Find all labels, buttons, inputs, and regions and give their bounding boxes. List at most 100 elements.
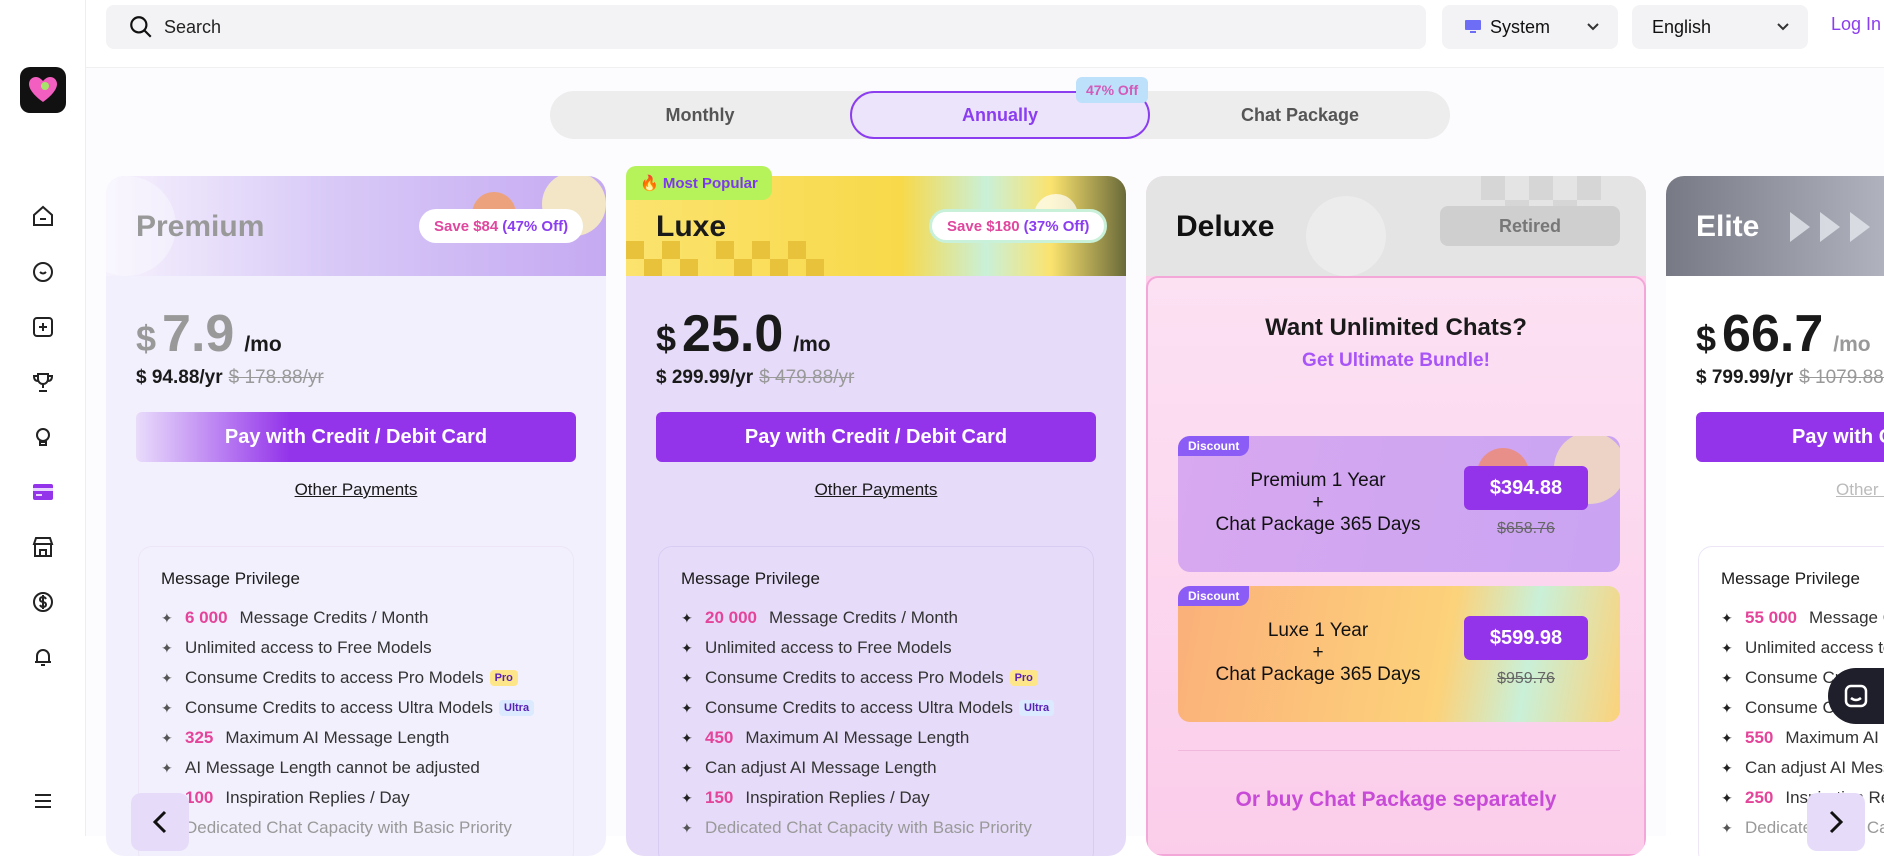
other-payments-link[interactable]: Other Payments <box>626 480 1126 500</box>
plan-name: Deluxe <box>1176 210 1275 243</box>
bundle-price-button[interactable]: $599.98 <box>1464 616 1588 660</box>
carousel-next-button[interactable] <box>1807 793 1865 851</box>
feature-text: Dedicated Chat Capacity with Basic Prior… <box>705 818 1032 837</box>
feature-text: Consume Credits to access Pro Models <box>705 668 1004 687</box>
price: $66.7/mo <box>1696 304 1871 364</box>
bundle-option[interactable]: Discount Luxe 1 Year + Chat Package 365 Da… <box>1178 586 1620 722</box>
feature-text: Message Credits / Month <box>769 608 958 627</box>
feature-value: 100 <box>185 788 214 807</box>
carousel-prev-button[interactable] <box>131 793 189 851</box>
dollar-icon[interactable] <box>29 588 57 616</box>
list-item: ✦ 6 000 Message Credits / Month <box>161 608 429 627</box>
menu-icon[interactable] <box>29 787 57 815</box>
plan-card-deluxe: Deluxe Retired Want Unlimited Chats? Get… <box>1146 176 1646 856</box>
feature-value: 450 <box>705 728 734 747</box>
feature-list: Message Privilege ✦ 6 000 Message Credits … <box>138 546 574 856</box>
card-header: Elite <box>1666 176 1884 276</box>
plan-card-elite: Elite $66.7/mo $ 799.99/yr$ 1079.88/yr P… <box>1666 176 1884 856</box>
list-item: ✦Unlimited access to Free Models <box>1721 633 1884 663</box>
feature-text: Message Credits / Month <box>1809 608 1884 627</box>
feature-text: Consume Credits to access Pro Models <box>185 668 484 687</box>
feature-text: Can adjust AI Message Length <box>1745 758 1884 777</box>
list-item: ✦ Consume Credits to access Ultra Models U… <box>161 693 573 723</box>
price-value: 7.9 <box>162 305 235 363</box>
create-icon[interactable] <box>29 313 57 341</box>
section-title: Message Privilege <box>681 569 820 588</box>
feature-value: 150 <box>705 788 734 807</box>
feature-text: Unlimited access to Free Models <box>185 638 432 657</box>
tab-monthly[interactable]: Monthly <box>550 91 850 139</box>
bell-icon[interactable] <box>29 643 57 671</box>
language-select[interactable]: English <box>1632 5 1808 49</box>
divider <box>1178 750 1620 751</box>
bundle-line: Luxe 1 Year <box>1267 620 1369 641</box>
pay-card-button[interactable]: Pay with Credit / Debit Card <box>136 412 576 462</box>
save-badge: Save $180 (37% Off) <box>929 209 1108 243</box>
feature-text: Inspiration Replies / Day <box>745 788 930 807</box>
chat-icon[interactable] <box>29 258 57 286</box>
list-item: ✦Unlimited access to Free Models <box>161 638 432 657</box>
or-buy-link[interactable]: Or buy Chat Package separately <box>1148 788 1644 812</box>
sidebar <box>0 0 86 836</box>
feature-value: 550 <box>1745 728 1774 747</box>
idea-icon[interactable] <box>29 423 57 451</box>
price: $7.9/mo <box>136 304 282 364</box>
discount-tag: Discount <box>1178 436 1250 456</box>
other-payments-link[interactable]: Other Payments <box>1666 480 1884 500</box>
theme-select[interactable]: System <box>1442 5 1618 49</box>
search-icon <box>130 16 152 38</box>
search-input[interactable]: Search <box>106 5 1426 49</box>
feature-list: Message Privilege ✦ 20 000 Message Credits… <box>658 546 1094 856</box>
language-label: English <box>1652 16 1712 37</box>
price-unit: /mo <box>244 333 282 356</box>
trophy-icon[interactable] <box>29 368 57 396</box>
chevron-down-icon <box>1777 23 1789 31</box>
list-item: ✦ 20 000 Message Credits / Month <box>681 608 958 627</box>
pay-card-button[interactable]: Pay with Credit / Debit Card <box>656 412 1096 462</box>
list-item: ✦ 450 Maximum AI Message Length <box>681 728 970 747</box>
feature-text: Message Credits / Month <box>239 608 429 627</box>
bundle-plus: + <box>1312 492 1324 513</box>
yearly-price: $ 94.88/yr $ 178.88/yr <box>136 367 324 389</box>
feature-text: Unlimited access to Free Models <box>705 638 952 657</box>
list-item: ✦ Consume Credits to access Ultra Models U… <box>681 693 1093 723</box>
login-link[interactable]: Log In <box>1831 14 1881 35</box>
feature-value: 325 <box>185 728 214 747</box>
support-chat-button[interactable] <box>1828 668 1884 724</box>
bundle-price-button[interactable]: $394.88 <box>1464 466 1588 510</box>
currency: $ <box>1696 318 1717 359</box>
feature-text: Maximum AI Message Length <box>745 728 970 747</box>
store-icon[interactable] <box>29 533 57 561</box>
save-percent: (47% Off) <box>502 217 569 235</box>
other-payments-link[interactable]: Other Payments <box>106 480 606 500</box>
yearly-price-value: $ 94.88/yr <box>136 367 223 388</box>
bundle-line: Chat Package 365 Days <box>1215 514 1421 535</box>
plan-name: Premium <box>136 210 265 243</box>
tab-chat-package[interactable]: Chat Package <box>1150 91 1450 139</box>
feature-text: Can adjust AI Message Length <box>705 758 937 777</box>
app-logo[interactable] <box>20 67 66 113</box>
price-value: 25.0 <box>682 305 784 363</box>
bundle-option[interactable]: Discount Premium 1 Year + Chat Package 365… <box>1178 436 1620 572</box>
save-percent: (37% Off) <box>1023 217 1090 235</box>
plan-card-luxe: Luxe Save $180 (37% Off) $25.0/mo $ 299.9… <box>626 176 1126 856</box>
yearly-price-value: $ 299.99/yr <box>656 367 754 388</box>
card-header: Deluxe Retired <box>1146 176 1646 276</box>
list-item: ✦100Inspiration Replies / Day <box>161 783 573 813</box>
list-item: ✦ Consume Credits to access Pro Models Pro <box>161 663 573 693</box>
feature-value: 6 000 <box>185 608 228 627</box>
list-item: ✦55 000Message Credits / Month <box>1721 603 1884 633</box>
yearly-original: $ 479.88/yr <box>759 367 855 388</box>
list-item: ✦ Consume Credits to access Pro Models Pro <box>681 663 1093 693</box>
list-item: ✦Dedicated Chat Capacity with Basic Prio… <box>681 818 1032 837</box>
most-popular-badge: 🔥 Most Popular <box>626 166 772 200</box>
list-item: ✦Dedicated Chat Capacity with Basic Prio… <box>161 813 573 843</box>
credit-card-icon[interactable] <box>29 478 57 506</box>
bundle-subheading: Get Ultimate Bundle! <box>1302 350 1490 371</box>
pay-card-button[interactable]: Pay with Credit / Debit Card <box>1696 412 1884 462</box>
arrows-decor <box>1790 212 1870 242</box>
retired-badge: Retired <box>1440 206 1620 246</box>
plan-card-premium: Premium Save $84 (47% Off) $7.9/mo $ 94.8… <box>106 176 606 856</box>
bundle-heading: Want Unlimited Chats? <box>1265 314 1527 341</box>
home-icon[interactable] <box>29 202 57 230</box>
